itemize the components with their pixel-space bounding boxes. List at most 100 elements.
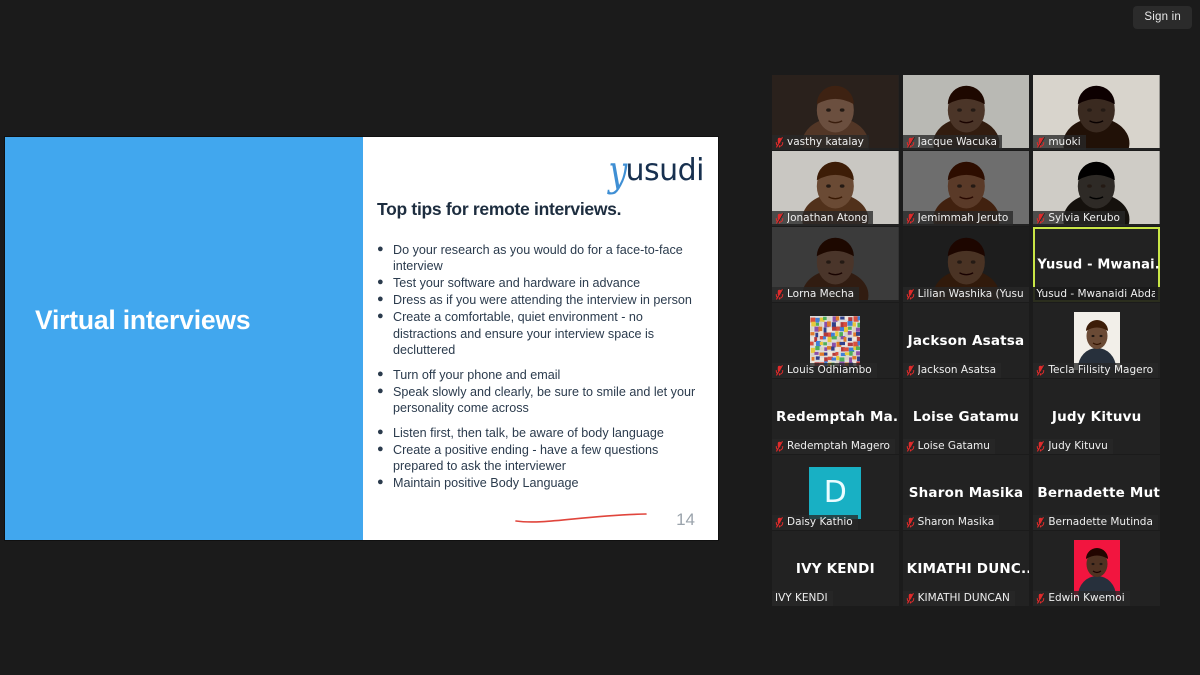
slide-title-panel: Virtual interviews (5, 137, 363, 540)
participant-tile[interactable]: muoki (1033, 75, 1160, 150)
participant-name-label: Jemimmah Jeruto (903, 211, 1014, 226)
participant-name-label: Redemptah Magero (772, 439, 895, 454)
participant-tile[interactable]: Louis Odhiambo (772, 303, 899, 378)
participant-tile[interactable]: KIMATHI DUNC... KIMATHI DUNCAN (903, 531, 1030, 606)
bullet-dot-icon: ● (377, 292, 393, 308)
participant-display-name: IVY KENDI (772, 561, 899, 577)
participant-name-label: Judy Kituvu (1033, 439, 1112, 454)
participant-tile[interactable]: Lorna Mecha (772, 227, 899, 302)
mic-off-icon (906, 137, 915, 148)
mic-off-icon (1036, 213, 1045, 224)
bullet-text: Speak slowly and clearly, be sure to smi… (393, 384, 707, 416)
bullet-item: ● Maintain positive Body Language (377, 475, 707, 491)
bullet-item: ● Speak slowly and clearly, be sure to sm… (377, 384, 707, 416)
participant-tile[interactable]: Edwin Kwemoi (1033, 531, 1160, 606)
red-annotation-mark (515, 512, 647, 526)
participant-name-label: vasthy katalay (772, 135, 869, 150)
mic-off-icon (1036, 517, 1045, 528)
sign-in-button[interactable]: Sign in (1133, 6, 1192, 29)
mic-off-icon (775, 213, 784, 224)
participant-name-label: Daisy Kathio (772, 515, 858, 530)
participant-name-label: Bernadette Mutinda (1033, 515, 1158, 530)
participant-tile[interactable]: Bernadette Mut... Bernadette Mutinda (1033, 455, 1160, 530)
bullet-text: Maintain positive Body Language (393, 475, 707, 491)
participant-tile[interactable]: Jacque Wacuka (903, 75, 1030, 150)
participant-tile[interactable]: D Daisy Kathio (772, 455, 899, 530)
participant-name-text: Loise Gatamu (918, 440, 990, 452)
yusudi-logo: y usudi (606, 146, 704, 188)
participant-name-text: Lilian Washika (Yusudi) (918, 288, 1025, 300)
bullet-dot-icon: ● (377, 275, 393, 291)
participant-display-name: KIMATHI DUNC... (903, 561, 1030, 577)
participant-avatar-image (1074, 312, 1120, 370)
participant-name-text: Jackson Asatsa (918, 364, 996, 376)
participant-display-name: Sharon Masika (903, 485, 1030, 501)
participant-display-name: Redemptah Ma... (772, 409, 899, 425)
participant-tile[interactable]: Jackson Asatsa Jackson Asatsa (903, 303, 1030, 378)
participant-name-text: vasthy katalay (787, 136, 864, 148)
participant-name-label: Lilian Washika (Yusudi) (903, 287, 1030, 302)
bullet-group: ● Do your research as you would do for a … (377, 242, 707, 358)
participant-name-label: muoki (1033, 135, 1085, 150)
bullet-dot-icon: ● (377, 242, 393, 258)
participant-tile[interactable]: Judy Kituvu Judy Kituvu (1033, 379, 1160, 454)
participant-name-text: Judy Kituvu (1048, 440, 1107, 452)
participant-tile[interactable]: Loise Gatamu Loise Gatamu (903, 379, 1030, 454)
slide-bullet-list: ● Do your research as you would do for a … (377, 242, 707, 493)
bullet-text: Listen first, then talk, be aware of bod… (393, 425, 707, 441)
mic-off-icon (775, 289, 784, 300)
participant-display-name: Bernadette Mut... (1033, 485, 1160, 501)
participant-tile[interactable]: Redemptah Ma... Redemptah Magero (772, 379, 899, 454)
bullet-group: ● Turn off your phone and email ● Speak slo… (377, 367, 707, 416)
mic-off-icon (1036, 593, 1045, 604)
participant-tile[interactable]: Sylvia Kerubo (1033, 151, 1160, 226)
participant-name-label: Tecla Filisity Magero (1033, 363, 1158, 378)
bullet-text: Dress as if you were attending the inter… (393, 292, 707, 308)
participant-name-label: IVY KENDI (772, 591, 833, 606)
shared-slide[interactable]: Virtual interviews y usudi Top tips for … (5, 137, 718, 540)
participant-name-label: Yusud - Mwanaidi Abdallah (1033, 287, 1160, 302)
participant-name-text: Jonathan Atong (787, 212, 868, 224)
bullet-dot-icon: ● (377, 475, 393, 491)
participant-name-text: Jemimmah Jeruto (918, 212, 1009, 224)
bullet-item: ● Do your research as you would do for a … (377, 242, 707, 274)
participant-tile[interactable]: Yusud - Mwanai... Yusud - Mwanaidi Abdall… (1033, 227, 1160, 302)
participant-name-label: Louis Odhiambo (772, 363, 877, 378)
participant-name-label: Lorna Mecha (772, 287, 859, 302)
mic-off-icon (775, 517, 784, 528)
participant-display-name: Jackson Asatsa (903, 333, 1030, 349)
participant-tile[interactable]: vasthy katalay (772, 75, 899, 150)
participant-name-text: Jacque Wacuka (918, 136, 997, 148)
participant-name-text: Redemptah Magero (787, 440, 890, 452)
participant-grid: vasthy katalay Jacque Wacuka muoki Jonathan… (772, 75, 1160, 602)
bullet-item: ● Create a positive ending - have a few q… (377, 442, 707, 474)
mic-off-icon (1036, 137, 1045, 148)
participant-tile[interactable]: Jonathan Atong (772, 151, 899, 226)
bullet-dot-icon: ● (377, 309, 393, 325)
participant-avatar-image (810, 316, 860, 366)
participant-name-label: Sharon Masika (903, 515, 999, 530)
bullet-item: ● Create a comfortable, quiet environment… (377, 309, 707, 357)
bullet-text: Test your software and hardware in advan… (393, 275, 707, 291)
logo-script-y: y (608, 150, 627, 192)
participant-name-text: KIMATHI DUNCAN (918, 592, 1010, 604)
zoom-meeting-screen: Sign in Virtual interviews y usudi Top t… (0, 0, 1200, 675)
mic-off-icon (906, 213, 915, 224)
participant-tile[interactable]: IVY KENDI IVY KENDI (772, 531, 899, 606)
participant-tile[interactable]: Lilian Washika (Yusudi) (903, 227, 1030, 302)
bullet-text: Turn off your phone and email (393, 367, 707, 383)
participant-name-text: Louis Odhiambo (787, 364, 872, 376)
mic-off-icon (906, 517, 915, 528)
participant-tile[interactable]: Tecla Filisity Magero (1033, 303, 1160, 378)
participant-name-text: Sharon Masika (918, 516, 994, 528)
slide-title: Virtual interviews (35, 305, 250, 336)
slide-page-number: 14 (676, 510, 695, 530)
participant-tile[interactable]: Jemimmah Jeruto (903, 151, 1030, 226)
mic-off-icon (775, 137, 784, 148)
participant-name-label: Edwin Kwemoi (1033, 591, 1129, 606)
participant-avatar-image (1074, 540, 1120, 598)
bullet-item: ● Listen first, then talk, be aware of bo… (377, 425, 707, 441)
participant-tile[interactable]: Sharon Masika Sharon Masika (903, 455, 1030, 530)
participant-name-label: KIMATHI DUNCAN (903, 591, 1015, 606)
slide-content-panel: y usudi Top tips for remote interviews. … (363, 137, 718, 540)
